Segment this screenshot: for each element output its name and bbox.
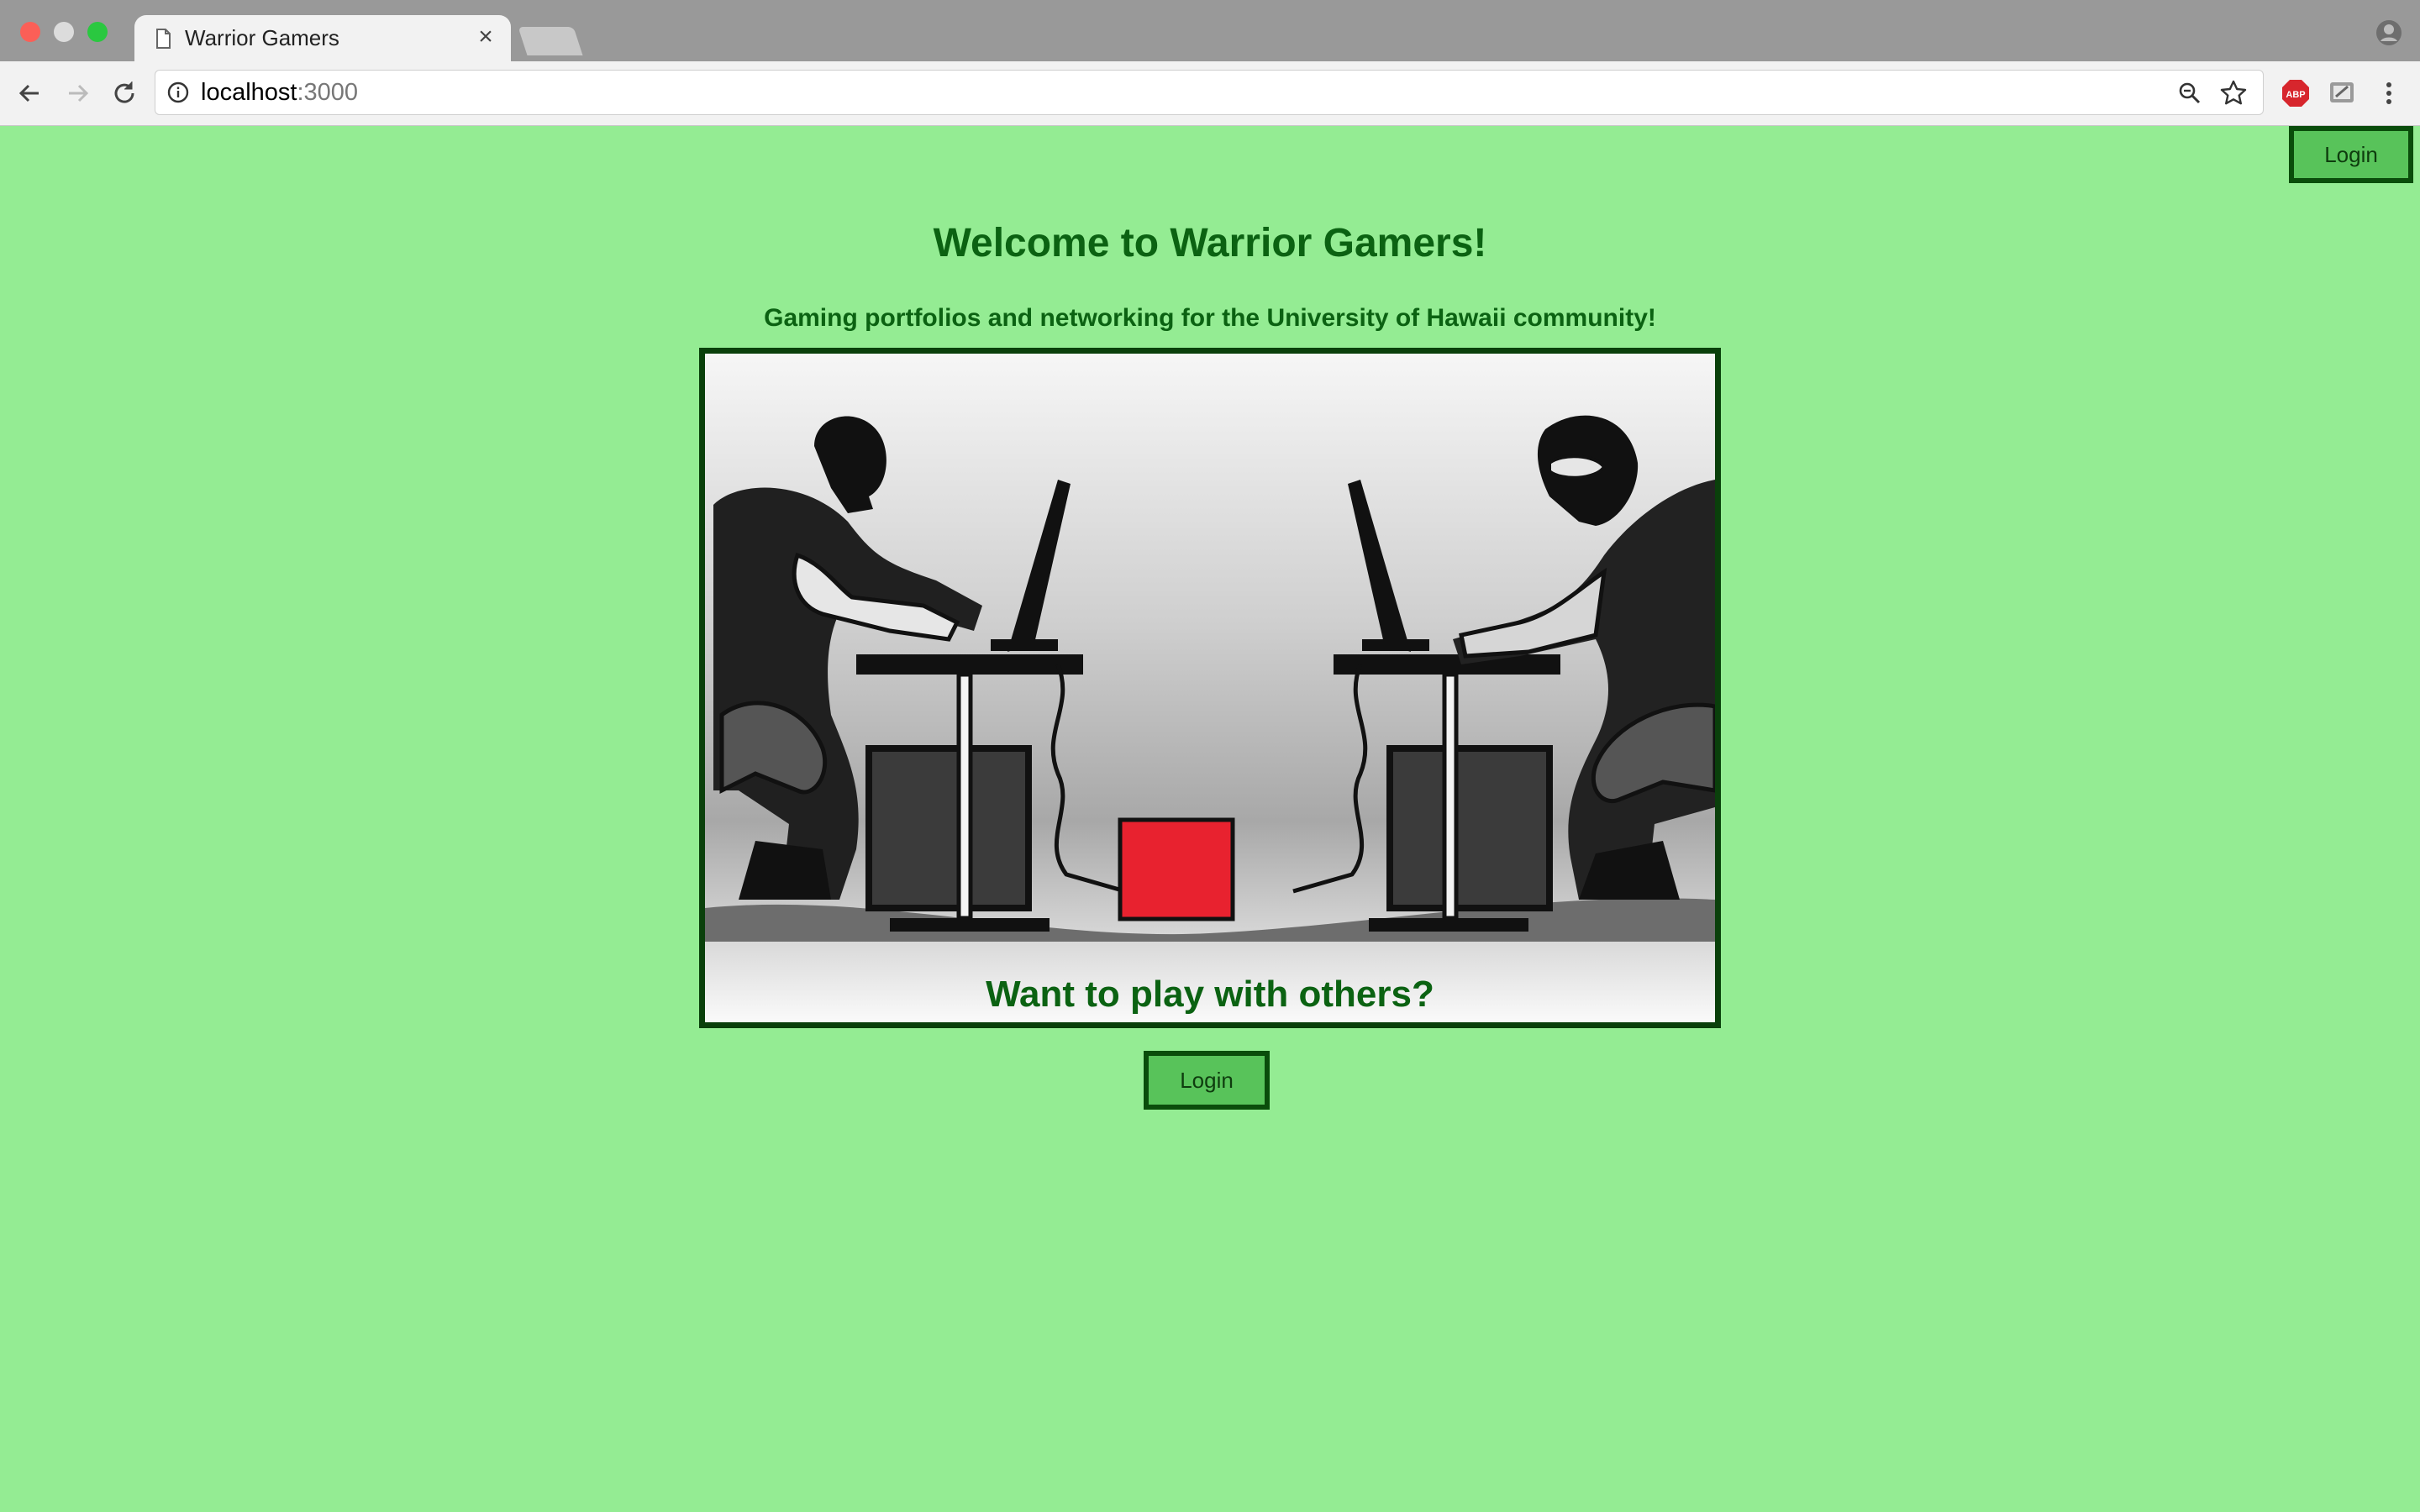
tab-title: Warrior Gamers xyxy=(185,25,339,50)
url-text: localhost:3000 xyxy=(201,79,359,106)
extension-icon[interactable] xyxy=(2328,78,2356,107)
browser-tab-bar: Warrior Gamers × xyxy=(0,0,2420,62)
page-subtitle: Gaming portfolios and networking for the… xyxy=(764,304,1656,332)
close-icon[interactable]: × xyxy=(472,24,499,50)
profile-icon[interactable] xyxy=(2375,18,2403,47)
browser-toolbar: localhost:3000 ABP xyxy=(0,61,2420,126)
gamers-illustration xyxy=(705,415,1715,942)
adblock-icon[interactable]: ABP xyxy=(2281,78,2311,108)
login-button[interactable]: Login xyxy=(2289,126,2413,183)
document-icon xyxy=(151,27,175,50)
login-cta-button[interactable]: Login xyxy=(1144,1051,1270,1110)
reload-icon[interactable] xyxy=(108,76,141,110)
window-close-button[interactable] xyxy=(20,22,40,42)
page-content: Login Welcome to Warrior Gamers! Gaming … xyxy=(0,126,2420,1512)
hero-caption: Want to play with others? xyxy=(986,974,1434,1015)
browser-tab[interactable]: Warrior Gamers × xyxy=(134,15,511,62)
star-icon[interactable] xyxy=(2219,79,2248,108)
menu-icon[interactable] xyxy=(2376,78,2402,108)
forward-icon[interactable] xyxy=(60,76,94,110)
address-bar[interactable]: localhost:3000 xyxy=(155,70,2264,115)
hero-image: Want to play with others? xyxy=(699,348,1721,1028)
window-minimize-button[interactable] xyxy=(54,22,74,42)
new-tab-button[interactable] xyxy=(518,27,583,55)
zoom-icon[interactable] xyxy=(2177,81,2202,106)
info-icon[interactable] xyxy=(167,81,189,103)
back-icon[interactable] xyxy=(13,76,47,110)
window-maximize-button[interactable] xyxy=(87,22,108,42)
page-title: Welcome to Warrior Gamers! xyxy=(933,221,1487,265)
svg-text:ABP: ABP xyxy=(2286,90,2305,100)
